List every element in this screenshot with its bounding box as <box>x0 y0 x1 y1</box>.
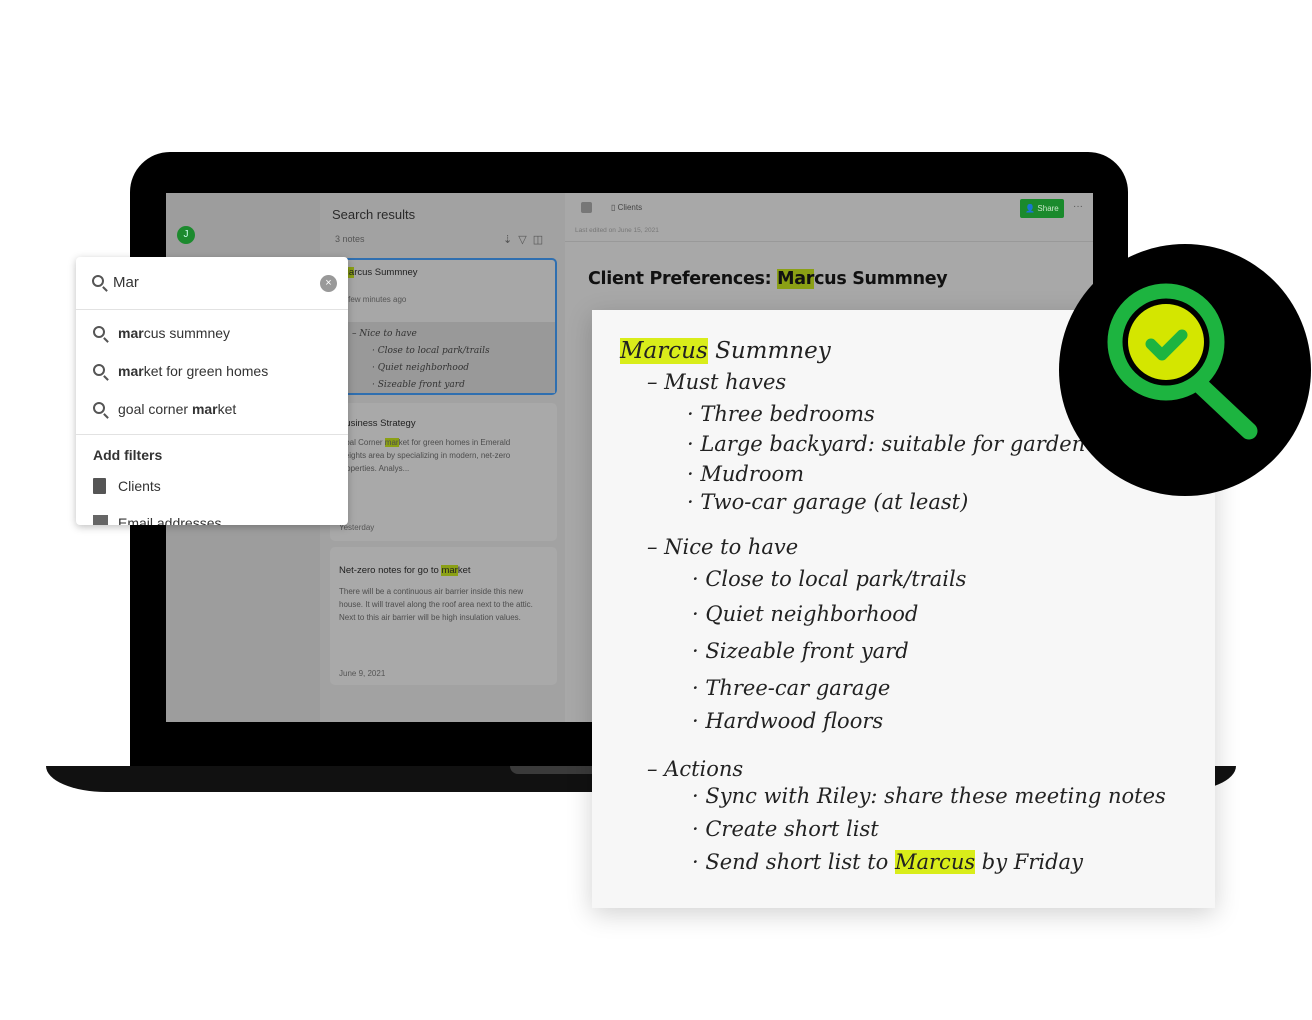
note-card[interactable]: Business Strategy Goal Corner market for… <box>330 403 557 541</box>
search-icon <box>93 326 105 338</box>
list-item: · Mudroom <box>687 462 805 486</box>
avatar[interactable]: J <box>177 226 195 244</box>
list-item: · Close to local park/trails <box>692 567 967 591</box>
share-button[interactable]: 👤 Share <box>1020 199 1064 218</box>
expand-icon[interactable] <box>581 202 592 213</box>
list-item: · Sizeable front yard <box>692 639 909 663</box>
note-date: June 9, 2021 <box>339 669 386 678</box>
more-options-icon[interactable]: ··· <box>1073 201 1083 212</box>
filter-icon[interactable]: ▽ <box>518 234 532 246</box>
list-item: · Hardwood floors <box>692 709 884 733</box>
note-snippet-image: – Nice to have · Close to local park/tra… <box>332 322 555 393</box>
last-edited: Last edited on June 15, 2021 <box>575 227 659 234</box>
section-heading: – Nice to have <box>647 535 799 559</box>
search-suggestion[interactable]: marcus summney <box>76 325 348 349</box>
filters-heading: Add filters <box>93 447 163 463</box>
divider <box>76 434 348 435</box>
sort-icon[interactable]: ⇣ <box>503 234 518 246</box>
email-icon <box>93 515 108 525</box>
list-item: · Large backyard: suitable for garden <box>687 432 1086 456</box>
filter-email-addresses[interactable]: Email addresses <box>76 515 348 525</box>
note-card[interactable]: Net-zero notes for go to market There wi… <box>330 547 557 685</box>
list-item: · Quiet neighborhood <box>692 602 919 626</box>
note-body: Goal Corner market for green homes in Em… <box>339 438 511 473</box>
note-body: There will be a continuous air barrier i… <box>339 587 533 622</box>
note-title: Marcus Summney <box>341 267 418 278</box>
section-heading: – Actions <box>647 757 744 781</box>
search-input[interactable]: Mar <box>113 274 139 291</box>
divider <box>76 309 348 310</box>
list-item: · Send short list to Marcus by Friday <box>692 850 1083 874</box>
list-item: · Three-car garage <box>692 676 891 700</box>
note-list: Search results 3 notes ⇣▽◫ Marcus Summne… <box>320 193 565 722</box>
list-title: Search results <box>332 207 416 222</box>
note-title: Business Strategy <box>339 418 416 429</box>
clear-search-button[interactable]: × <box>320 275 337 292</box>
notebook-icon: ▯ <box>611 203 618 212</box>
section-heading: – Must haves <box>647 370 787 394</box>
note-heading: Marcus Summney <box>620 338 831 364</box>
list-item: · Three bedrooms <box>687 402 875 426</box>
list-item: · Sync with Riley: share these meeting n… <box>692 784 1166 808</box>
search-suggestion[interactable]: market for green homes <box>76 363 348 387</box>
divider <box>565 241 1093 242</box>
add-user-icon: 👤 <box>1025 204 1038 213</box>
search-suggestion[interactable]: goal corner market <box>76 401 348 425</box>
list-toolbar: ⇣▽◫ <box>503 233 549 246</box>
note-count: 3 notes <box>335 234 365 244</box>
search-popup: Mar × marcus summney market for green ho… <box>76 257 348 525</box>
notebook-icon <box>93 478 106 494</box>
note-title: Net-zero notes for go to market <box>339 565 471 576</box>
magnifier-check-icon <box>1107 283 1258 440</box>
note-card[interactable]: Marcus Summney A few minutes ago – Nice … <box>330 258 557 395</box>
view-icon[interactable]: ◫ <box>533 234 549 246</box>
search-badge <box>1059 244 1311 496</box>
list-item: · Two-car garage (at least) <box>687 490 969 514</box>
search-icon <box>93 402 105 414</box>
note-time: A few minutes ago <box>341 295 407 304</box>
note-title: Client Preferences: Marcus Summney <box>588 269 948 289</box>
search-icon <box>93 364 105 376</box>
search-icon <box>92 275 104 287</box>
notebook-breadcrumb[interactable]: ▯ Clients <box>611 203 642 212</box>
filter-clients[interactable]: Clients <box>76 478 348 498</box>
list-item: · Create short list <box>692 817 879 841</box>
